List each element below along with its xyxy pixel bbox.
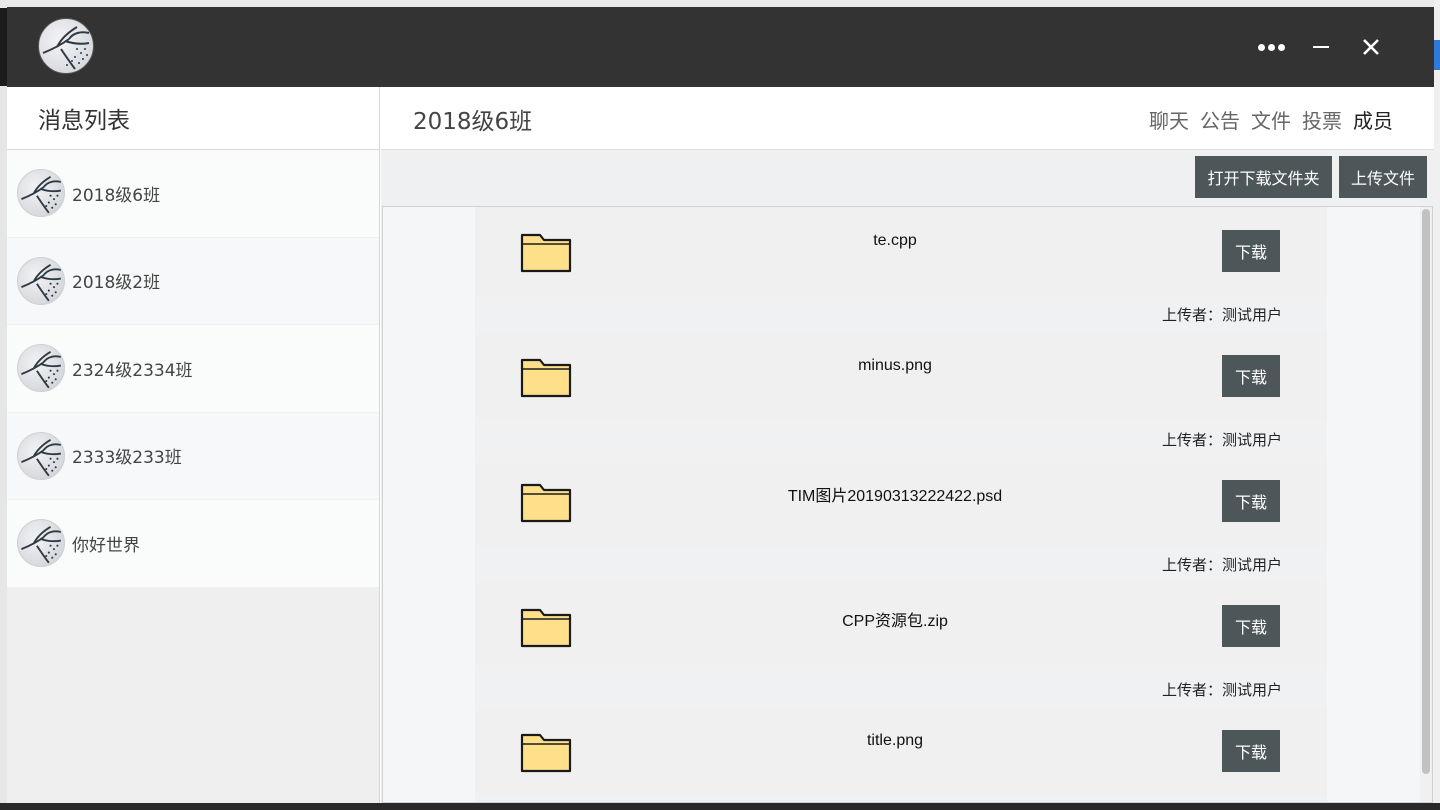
file-action-bar: 打开下载文件夹 上传文件 — [381, 150, 1434, 206]
file-meta: 上传者：测试用户 — [475, 296, 1327, 332]
file-meta: 上传者：测试用户 — [475, 546, 1327, 582]
app-avatar[interactable] — [38, 18, 94, 74]
desktop-background-left — [0, 86, 7, 806]
file-row: minus.png 下载 — [475, 332, 1327, 421]
download-button[interactable]: 下载 — [1222, 355, 1280, 397]
file-row: CPP资源包.zip 下载 — [475, 582, 1327, 671]
uploader-label: 上传者：测试用户 — [1161, 431, 1282, 449]
avatar — [17, 344, 65, 393]
file-meta — [475, 796, 1327, 802]
file-meta: 上传者：测试用户 — [475, 671, 1327, 707]
app-window: 消息列表 2018级6班 2018级2班 2324级2334班 2333级233班 你好… — [7, 7, 1434, 803]
chat-tab[interactable]: 公告 — [1200, 105, 1240, 134]
conversation-item[interactable]: 你好世界 — [7, 500, 379, 588]
chat-tab[interactable]: 投票 — [1302, 105, 1342, 134]
file-name: te.cpp — [873, 232, 917, 249]
desktop-background-bottom — [0, 803, 1440, 810]
file-item: TIM图片20190313222422.psd 下载上传者：测试用户 — [475, 457, 1327, 582]
conversation-item[interactable]: 2018级6班 — [7, 150, 379, 238]
chat-panel: 2018级6班 聊天 公告 文件 投票 成员 打开下载文件夹 上传文件 te.cpp 下载… — [381, 87, 1434, 803]
conversation-item[interactable]: 2324级2334班 — [7, 325, 379, 413]
file-name: title.png — [866, 732, 924, 749]
more-dots-icon — [1257, 43, 1285, 51]
conversation-item[interactable]: 2018级2班 — [7, 237, 379, 325]
chat-tabs: 聊天 公告 文件 投票 成员 — [1149, 105, 1393, 134]
file-row: TIM图片20190313222422.psd 下载 — [475, 457, 1327, 546]
file-item: title.png 下载 — [475, 707, 1327, 802]
avatar — [17, 256, 65, 305]
upload-file-button[interactable]: 上传文件 — [1339, 156, 1427, 198]
file-name: minus.png — [858, 357, 932, 374]
file-name: CPP资源包.zip — [842, 613, 948, 630]
close-button[interactable] — [1351, 27, 1391, 67]
uploader-label: 上传者：测试用户 — [1161, 306, 1282, 324]
conversation-name: 2324级2334班 — [72, 360, 193, 381]
uploader-label: 上传者：测试用户 — [1161, 681, 1282, 699]
download-button[interactable]: 下载 — [1222, 605, 1280, 647]
conversation-name: 2018级6班 — [72, 185, 161, 206]
conversation-name: 你好世界 — [72, 535, 140, 556]
chat-tab[interactable]: 成员 — [1353, 105, 1393, 134]
scrollbar-thumb[interactable] — [1422, 209, 1430, 774]
conversation-name: 2333级233班 — [72, 448, 182, 469]
file-row: te.cpp 下载 — [475, 207, 1327, 296]
uploader-label: 上传者：测试用户 — [1161, 556, 1282, 574]
folder-icon — [520, 231, 572, 273]
folder-icon — [520, 606, 572, 648]
chat-title: 2018级6班 — [413, 109, 533, 135]
avatar — [17, 431, 65, 480]
folder-icon — [520, 731, 572, 773]
file-meta: 上传者：测试用户 — [475, 421, 1327, 457]
open-download-folder-button[interactable]: 打开下载文件夹 — [1195, 156, 1332, 198]
download-button[interactable]: 下载 — [1222, 480, 1280, 522]
file-row: title.png 下载 — [475, 707, 1327, 796]
conversation-sidebar: 消息列表 2018级6班 2018级2班 2324级2334班 2333级233班 你好… — [7, 87, 380, 803]
desktop-background-right — [1434, 0, 1440, 810]
close-icon — [1363, 39, 1379, 55]
file-list-scrollbar[interactable] — [1420, 207, 1432, 802]
file-name: TIM图片20190313222422.psd — [787, 488, 1003, 505]
file-list: te.cpp 下载 上传者：测试用户 minus.png 下载 上传者：测试用户 TIM图片… — [475, 207, 1327, 802]
conversation-name: 2018级2班 — [72, 273, 161, 294]
chat-tab[interactable]: 聊天 — [1149, 105, 1189, 134]
chat-header: 2018级6班 聊天 公告 文件 投票 成员 — [381, 87, 1434, 150]
sidebar-title: 消息列表 — [7, 87, 379, 150]
avatar — [17, 169, 65, 218]
avatar — [17, 519, 65, 568]
conversation-list: 2018级6班 2018级2班 2324级2334班 2333级233班 你好世界 — [7, 150, 379, 588]
minimize-icon — [1313, 45, 1329, 49]
download-button[interactable]: 下载 — [1222, 730, 1280, 772]
title-bar — [7, 7, 1434, 87]
file-item: CPP资源包.zip 下载上传者：测试用户 — [475, 582, 1327, 707]
conversation-item[interactable]: 2333级233班 — [7, 412, 379, 500]
download-button[interactable]: 下载 — [1222, 230, 1280, 272]
file-list-area[interactable]: te.cpp 下载 上传者：测试用户 minus.png 下载 上传者：测试用户 TIM图片… — [382, 206, 1433, 803]
more-options-button[interactable] — [1251, 27, 1291, 67]
folder-icon — [520, 356, 572, 398]
folder-icon — [520, 481, 572, 523]
file-item: te.cpp 下载上传者：测试用户 — [475, 207, 1327, 332]
chat-tab[interactable]: 文件 — [1251, 105, 1291, 134]
file-item: minus.png 下载上传者：测试用户 — [475, 332, 1327, 457]
minimize-button[interactable] — [1301, 27, 1341, 67]
